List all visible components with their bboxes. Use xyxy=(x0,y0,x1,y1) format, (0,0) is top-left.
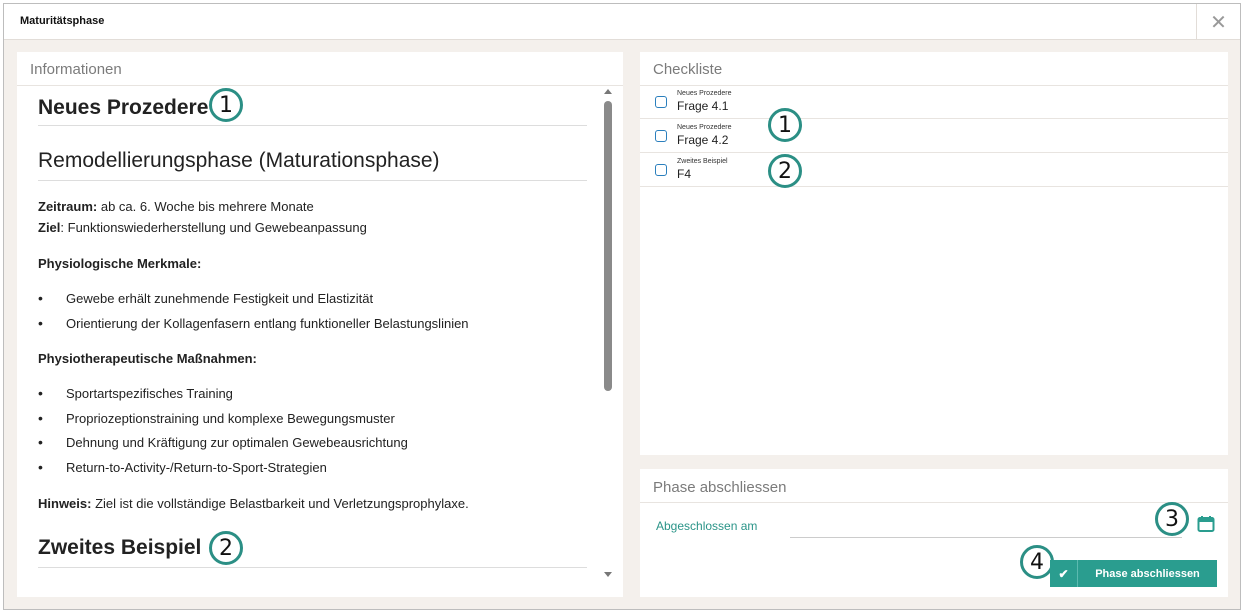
list-item: Gewebe erhält zunehmende Festigkeit und … xyxy=(38,290,373,306)
check-icon: ✔ xyxy=(1050,560,1078,587)
date-field-label: Abgeschlossen am xyxy=(656,519,758,533)
list-item: Orientierung der Kollagenfasern entlang … xyxy=(38,315,469,331)
heading-neues-prozedere: Neues Prozedere xyxy=(38,96,587,126)
physiologische-merkmale-heading: Physiologische Merkmale: xyxy=(38,256,202,271)
info-panel: Informationen Neues Prozedere 1 Remodell… xyxy=(17,52,623,597)
phase-panel: Phase abschliessen Abgeschlossen am 3 4 … xyxy=(640,469,1228,597)
phase-abschliessen-button[interactable]: ✔ Phase abschliessen xyxy=(1050,560,1217,587)
checklist-panel-header: Checkliste xyxy=(640,52,1228,86)
annotation-badge-1: 1 xyxy=(209,88,243,122)
ziel-line: Ziel: Funktionswiederherstellung und Gew… xyxy=(38,220,367,235)
dialog-title: Maturitätsphase xyxy=(20,15,105,27)
checklist-panel: Checkliste Neues Prozedere Frage 4.1 Neu… xyxy=(640,52,1228,455)
calendar-icon[interactable] xyxy=(1197,515,1215,533)
annotation-badge-2: 2 xyxy=(768,154,802,188)
titlebar: Maturitätsphase ✕ xyxy=(4,4,1240,40)
hinweis-line: Hinweis: Ziel ist die vollständige Belas… xyxy=(38,496,469,511)
annotation-badge-2: 2 xyxy=(209,531,243,565)
scroll-up-icon[interactable] xyxy=(604,89,612,94)
heading-zweites-beispiel: Zweites Beispiel xyxy=(38,536,587,568)
scroll-thumb[interactable] xyxy=(604,101,612,391)
checklist-item-group: Neues Prozedere xyxy=(677,124,732,131)
heading-remodellierungsphase: Remodellierungsphase (Maturationsphase) xyxy=(38,149,587,181)
info-content[interactable]: Neues Prozedere 1 Remodellierungsphase (… xyxy=(17,86,623,597)
list-item: Sportartspezifisches Training xyxy=(38,385,233,401)
massnahmen-heading: Physiotherapeutische Maßnahmen: xyxy=(38,351,257,366)
checklist-item-label: Frage 4.1 xyxy=(677,99,729,113)
checkbox[interactable] xyxy=(655,96,667,108)
checklist-item-label: Frage 4.2 xyxy=(677,133,729,147)
annotation-badge-4: 4 xyxy=(1020,545,1054,579)
checkbox[interactable] xyxy=(655,130,667,142)
list-item: Return-to-Activity-/Return-to-Sport-Stra… xyxy=(38,459,327,475)
checkbox[interactable] xyxy=(655,164,667,176)
dialog-window: Maturitätsphase ✕ Informationen Neues Pr… xyxy=(3,3,1241,610)
checklist-item-group: Neues Prozedere xyxy=(677,90,732,97)
phase-panel-header: Phase abschliessen xyxy=(640,469,1228,503)
checklist-item-group: Zweites Beispiel xyxy=(677,158,728,165)
list-item: Dehnung und Kräftigung zur optimalen Gew… xyxy=(38,434,408,450)
checklist-item[interactable]: Zweites Beispiel F4 xyxy=(640,154,1228,187)
zeitraum-line: Zeitraum: ab ca. 6. Woche bis mehrere Mo… xyxy=(38,199,314,214)
date-input[interactable] xyxy=(790,537,1182,538)
close-icon: ✕ xyxy=(1210,11,1227,34)
info-panel-header: Informationen xyxy=(17,52,623,86)
checklist-item-label: F4 xyxy=(677,167,692,181)
close-button[interactable]: ✕ xyxy=(1196,4,1240,40)
annotation-badge-1: 1 xyxy=(768,108,802,142)
annotation-badge-3: 3 xyxy=(1155,502,1189,536)
checklist-item[interactable]: Neues Prozedere Frage 4.2 xyxy=(640,120,1228,153)
list-item: Propriozeptionstraining und komplexe Bew… xyxy=(38,410,395,426)
scroll-down-icon[interactable] xyxy=(604,572,612,577)
info-scrollbar[interactable] xyxy=(603,86,613,597)
checklist-item[interactable]: Neues Prozedere Frage 4.1 xyxy=(640,86,1228,119)
